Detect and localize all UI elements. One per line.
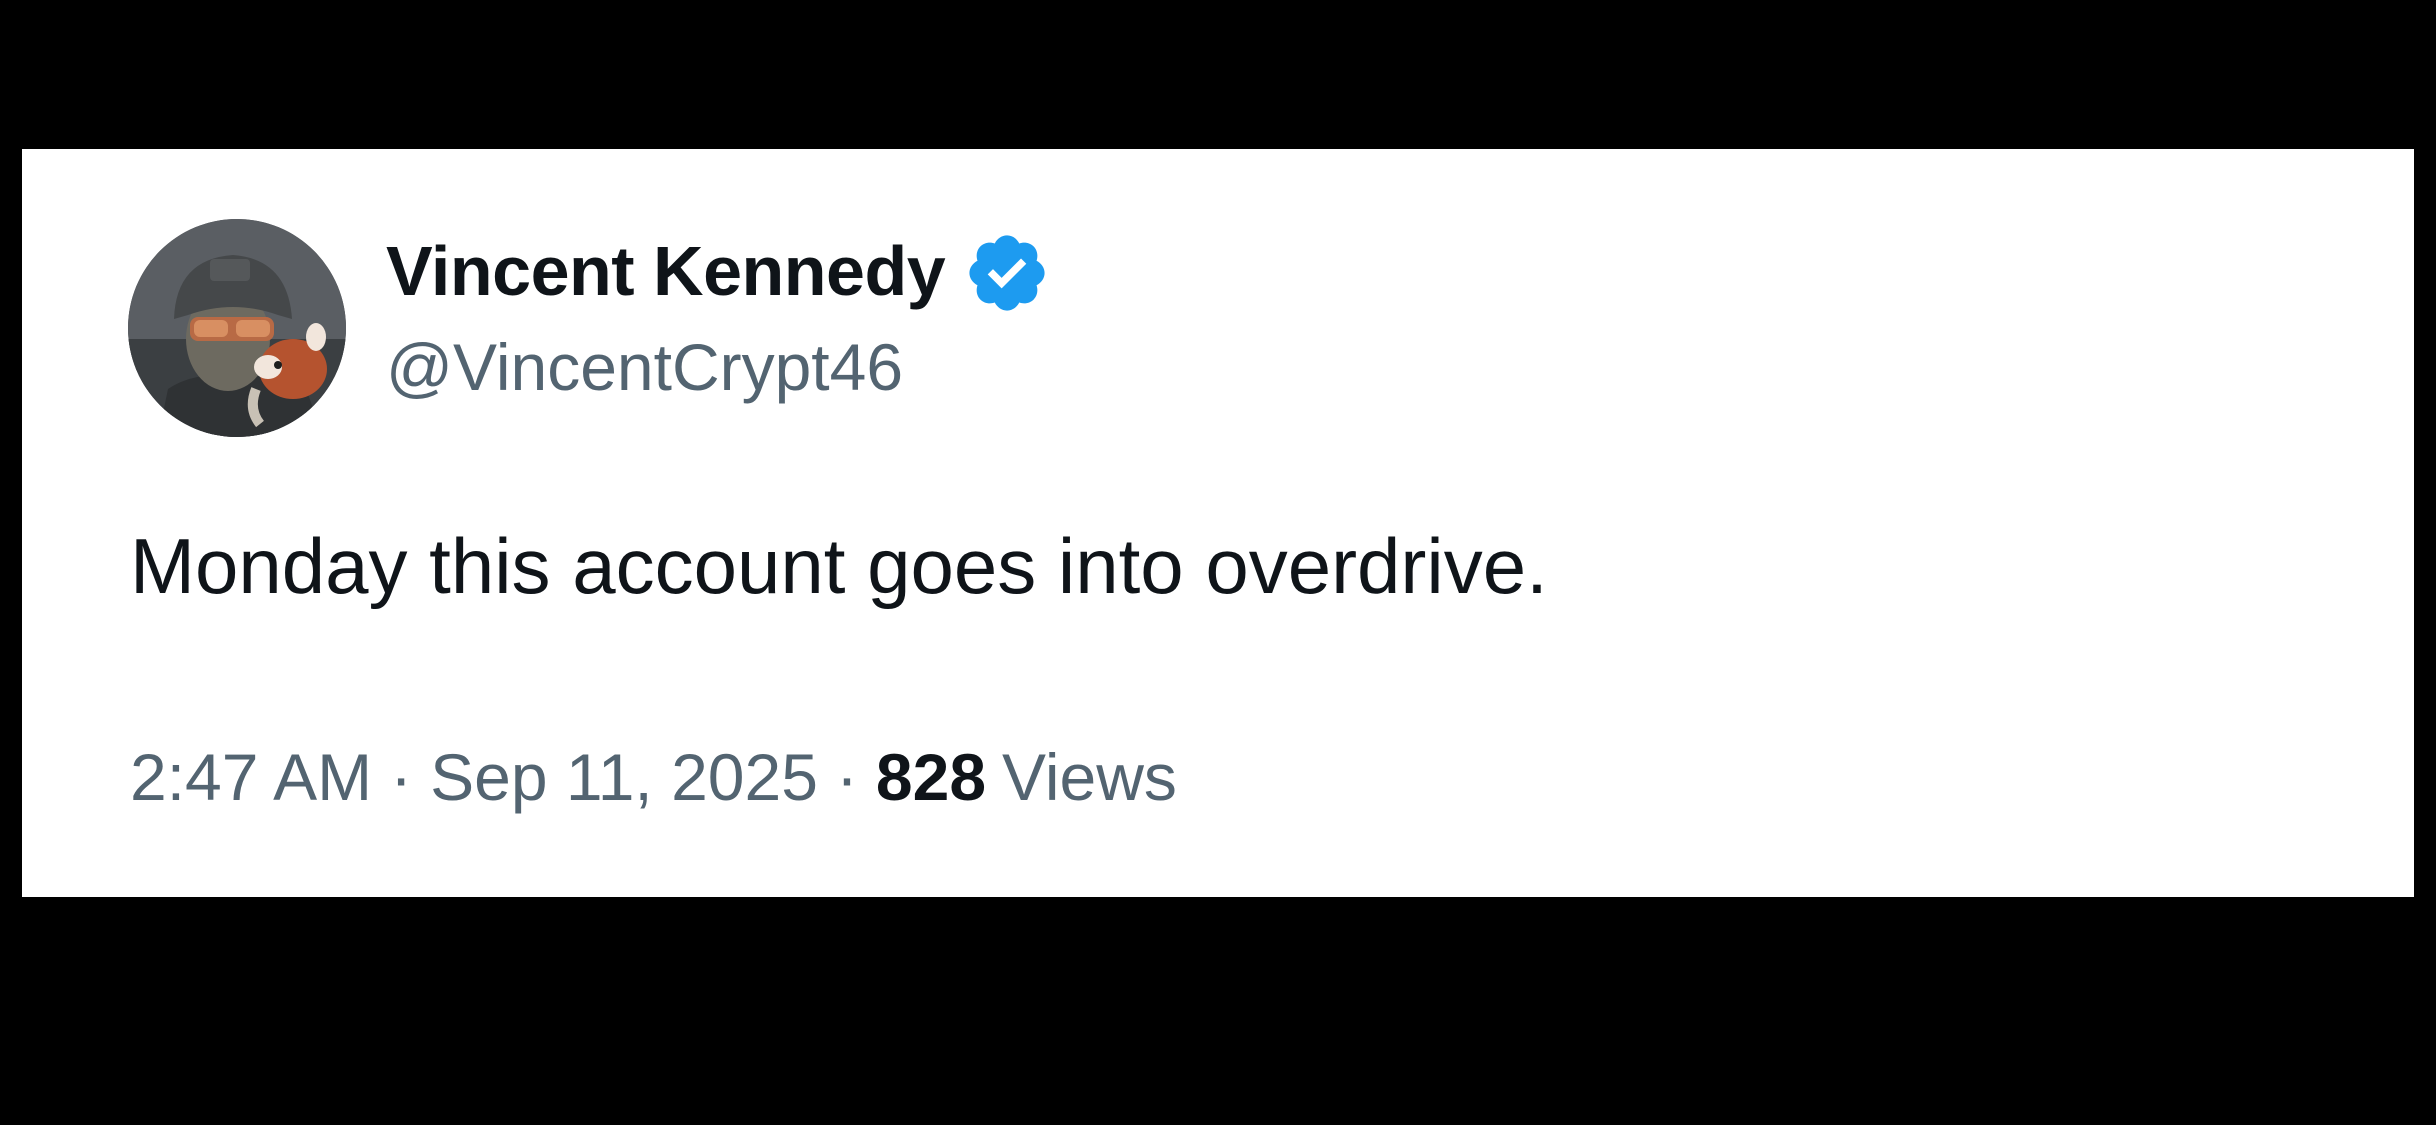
tweet-date[interactable]: Sep 11, 2025 [430,739,818,815]
tweet-time[interactable]: 2:47 AM [130,739,372,815]
views-count[interactable]: 828 [876,739,986,815]
tweet-text: Monday this account goes into overdrive. [130,522,1548,610]
meta-separator: · [390,740,413,814]
views-label[interactable]: Views [1002,739,1177,815]
meta-separator: · [835,740,858,814]
author-avatar[interactable] [128,219,346,437]
author-handle[interactable]: @VincentCrypt46 [386,329,903,405]
avatar-image [128,219,346,437]
author-name-row: Vincent Kennedy [386,231,1051,311]
tweet-metadata: 2:47 AM · Sep 11, 2025 · 828 Views [130,739,1177,815]
tweet-card: Vincent Kennedy @VincentCrypt46 Monday t… [22,149,2414,897]
author-display-name[interactable]: Vincent Kennedy [386,231,946,311]
verified-badge-icon [963,229,1051,317]
